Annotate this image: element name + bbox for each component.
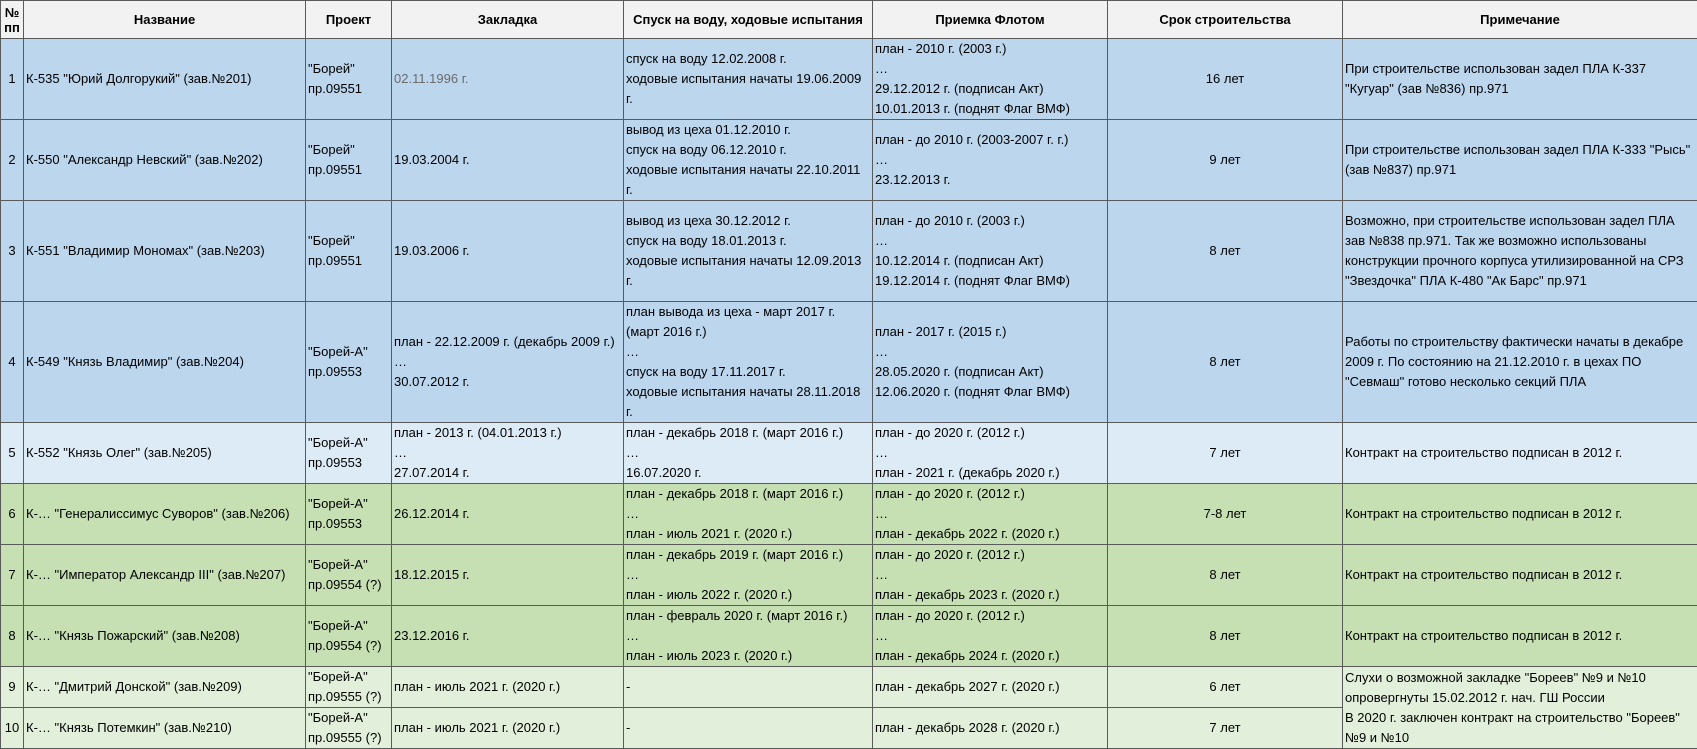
cell-accept[interactable]: план - декабрь 2027 г. (2020 г.)	[873, 667, 1108, 708]
cell-launch[interactable]: вывод из цеха 01.12.2010 г. спуск на вод…	[624, 120, 873, 201]
cell-name[interactable]: К-550 "Александр Невский" (зав.№202)	[24, 120, 306, 201]
cell-note[interactable]: Контракт на строительство подписан в 201…	[1343, 484, 1697, 545]
cell-accept[interactable]: план - до 2020 г. (2012 г.) … план - дек…	[873, 484, 1108, 545]
cell-note[interactable]: При строительстве использован задел ПЛА …	[1343, 120, 1697, 201]
cell-launch[interactable]: -	[624, 708, 873, 749]
cell-launch[interactable]: спуск на воду 12.02.2008 г. ходовые испы…	[624, 39, 873, 120]
table-row: 6 К-… "Генералиссимус Суворов" (зав.№206…	[1, 484, 1697, 545]
cell-accept[interactable]: план - до 2020 г. (2012 г.) … план - дек…	[873, 545, 1108, 606]
cell-laid[interactable]: 26.12.2014 г.	[392, 484, 624, 545]
cell-launch[interactable]: -	[624, 667, 873, 708]
cell-project[interactable]: "Борей-А" пр.09555 (?)	[306, 708, 392, 749]
cell-accept[interactable]: план - до 2010 г. (2003-2007 г. г.) … 23…	[873, 120, 1108, 201]
cell-num[interactable]: 10	[1, 708, 24, 749]
submarine-table: № пп Название Проект Закладка Спуск на в…	[0, 0, 1697, 749]
cell-term[interactable]: 7 лет	[1108, 708, 1343, 749]
cell-name[interactable]: К-… "Дмитрий Донской" (зав.№209)	[24, 667, 306, 708]
cell-note[interactable]: Контракт на строительство подписан в 201…	[1343, 606, 1697, 667]
cell-launch[interactable]: план - декабрь 2018 г. (март 2016 г.) … …	[624, 484, 873, 545]
cell-term[interactable]: 16 лет	[1108, 39, 1343, 120]
table-row: 8 К-… "Князь Пожарский" (зав.№208) "Боре…	[1, 606, 1697, 667]
cell-launch[interactable]: план - декабрь 2018 г. (март 2016 г.) … …	[624, 423, 873, 484]
cell-laid[interactable]: план - июль 2021 г. (2020 г.)	[392, 708, 624, 749]
cell-note[interactable]: Возможно, при строительстве использован …	[1343, 201, 1697, 302]
cell-num[interactable]: 5	[1, 423, 24, 484]
cell-num[interactable]: 4	[1, 302, 24, 423]
cell-name[interactable]: К-… "Князь Пожарский" (зав.№208)	[24, 606, 306, 667]
cell-project[interactable]: "Борей-А" пр.09553	[306, 423, 392, 484]
cell-laid[interactable]: 23.12.2016 г.	[392, 606, 624, 667]
header-launch[interactable]: Спуск на воду, ходовые испытания	[624, 1, 873, 39]
cell-num[interactable]: 7	[1, 545, 24, 606]
cell-accept[interactable]: план - декабрь 2028 г. (2020 г.)	[873, 708, 1108, 749]
header-term[interactable]: Срок строительства	[1108, 1, 1343, 39]
cell-name[interactable]: К-535 "Юрий Долгорукий" (зав.№201)	[24, 39, 306, 120]
cell-num[interactable]: 9	[1, 667, 24, 708]
table-row: 9 К-… "Дмитрий Донской" (зав.№209) "Боре…	[1, 667, 1697, 708]
header-note[interactable]: Примечание	[1343, 1, 1697, 39]
cell-name[interactable]: К-551 "Владимир Мономах" (зав.№203)	[24, 201, 306, 302]
cell-note[interactable]: Контракт на строительство подписан в 201…	[1343, 545, 1697, 606]
cell-accept[interactable]: план - до 2020 г. (2012 г.) … план - дек…	[873, 606, 1108, 667]
cell-laid[interactable]: 19.03.2004 г.	[392, 120, 624, 201]
cell-project[interactable]: "Борей-А" пр.09554 (?)	[306, 545, 392, 606]
table-row: 4 К-549 "Князь Владимир" (зав.№204) "Бор…	[1, 302, 1697, 423]
cell-accept[interactable]: план - 2010 г. (2003 г.) … 29.12.2012 г.…	[873, 39, 1108, 120]
header-laid[interactable]: Закладка	[392, 1, 624, 39]
table-row: 1 К-535 "Юрий Долгорукий" (зав.№201) "Бо…	[1, 39, 1697, 120]
cell-name[interactable]: К-… "Князь Потемкин" (зав.№210)	[24, 708, 306, 749]
cell-launch[interactable]: план вывода из цеха - март 2017 г. (март…	[624, 302, 873, 423]
cell-name[interactable]: К-552 "Князь Олег" (зав.№205)	[24, 423, 306, 484]
cell-accept[interactable]: план - до 2010 г. (2003 г.) … 10.12.2014…	[873, 201, 1108, 302]
cell-project[interactable]: "Борей-А" пр.09555 (?)	[306, 667, 392, 708]
cell-term[interactable]: 8 лет	[1108, 201, 1343, 302]
cell-term[interactable]: 7-8 лет	[1108, 484, 1343, 545]
cell-project[interactable]: "Борей" пр.09551	[306, 201, 392, 302]
header-accept[interactable]: Приемка Флотом	[873, 1, 1108, 39]
cell-laid[interactable]: план - 2013 г. (04.01.2013 г.) … 27.07.2…	[392, 423, 624, 484]
cell-laid[interactable]: 19.03.2006 г.	[392, 201, 624, 302]
cell-project[interactable]: "Борей-А" пр.09553	[306, 302, 392, 423]
cell-term[interactable]: 7 лет	[1108, 423, 1343, 484]
cell-term[interactable]: 9 лет	[1108, 120, 1343, 201]
header-name[interactable]: Название	[24, 1, 306, 39]
cell-name[interactable]: К-… "Император Александр III" (зав.№207)	[24, 545, 306, 606]
cell-num[interactable]: 8	[1, 606, 24, 667]
header-row: № пп Название Проект Закладка Спуск на в…	[1, 1, 1697, 39]
cell-name[interactable]: К-… "Генералиссимус Суворов" (зав.№206)	[24, 484, 306, 545]
cell-launch[interactable]: план - декабрь 2019 г. (март 2016 г.) … …	[624, 545, 873, 606]
cell-project[interactable]: "Борей" пр.09551	[306, 39, 392, 120]
cell-launch[interactable]: вывод из цеха 30.12.2012 г. спуск на вод…	[624, 201, 873, 302]
cell-launch[interactable]: план - февраль 2020 г. (март 2016 г.) … …	[624, 606, 873, 667]
cell-project[interactable]: "Борей-А" пр.09553	[306, 484, 392, 545]
table-row: 3 К-551 "Владимир Мономах" (зав.№203) "Б…	[1, 201, 1697, 302]
table-row: 7 К-… "Император Александр III" (зав.№20…	[1, 545, 1697, 606]
cell-laid[interactable]: план - июль 2021 г. (2020 г.)	[392, 667, 624, 708]
table-row: 2 К-550 "Александр Невский" (зав.№202) "…	[1, 120, 1697, 201]
cell-term[interactable]: 6 лет	[1108, 667, 1343, 708]
cell-term[interactable]: 8 лет	[1108, 545, 1343, 606]
cell-num[interactable]: 2	[1, 120, 24, 201]
cell-note[interactable]: При строительстве использован задел ПЛА …	[1343, 39, 1697, 120]
cell-name[interactable]: К-549 "Князь Владимир" (зав.№204)	[24, 302, 306, 423]
cell-project[interactable]: "Борей-А" пр.09554 (?)	[306, 606, 392, 667]
cell-term[interactable]: 8 лет	[1108, 606, 1343, 667]
header-num[interactable]: № пп	[1, 1, 24, 39]
cell-accept[interactable]: план - 2017 г. (2015 г.) … 28.05.2020 г.…	[873, 302, 1108, 423]
cell-num[interactable]: 3	[1, 201, 24, 302]
cell-num[interactable]: 1	[1, 39, 24, 120]
table-row: 5 К-552 "Князь Олег" (зав.№205) "Борей-А…	[1, 423, 1697, 484]
cell-term[interactable]: 8 лет	[1108, 302, 1343, 423]
cell-note[interactable]: Контракт на строительство подписан в 201…	[1343, 423, 1697, 484]
cell-accept[interactable]: план - до 2020 г. (2012 г.) … план - 202…	[873, 423, 1108, 484]
cell-laid[interactable]: план - 22.12.2009 г. (декабрь 2009 г.) ……	[392, 302, 624, 423]
cell-laid[interactable]: 02.11.1996 г.	[392, 39, 624, 120]
header-project[interactable]: Проект	[306, 1, 392, 39]
cell-num[interactable]: 6	[1, 484, 24, 545]
cell-note-merged[interactable]: Слухи о возможной закладке "Бореев" №9 и…	[1343, 667, 1697, 749]
cell-note[interactable]: Работы по строительству фактически начат…	[1343, 302, 1697, 423]
cell-laid[interactable]: 18.12.2015 г.	[392, 545, 624, 606]
cell-project[interactable]: "Борей" пр.09551	[306, 120, 392, 201]
